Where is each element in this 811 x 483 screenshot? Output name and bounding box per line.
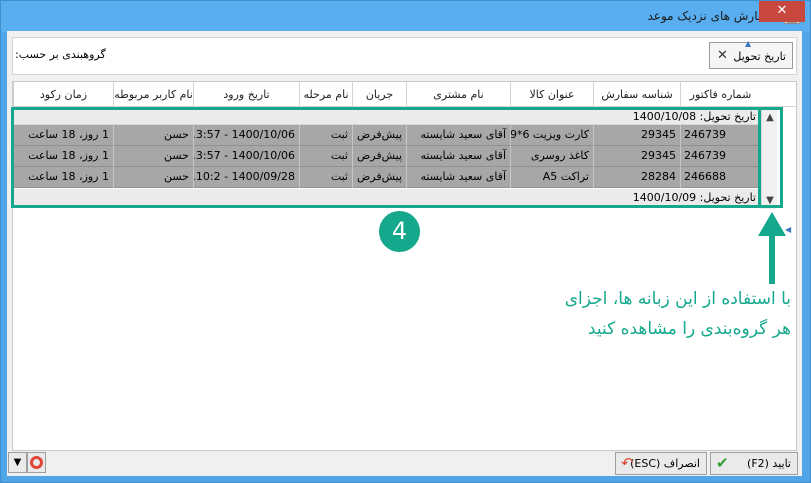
window-client-area: گروهبندی بر حسب: ▲ ✕ تاریخ تحویل شماره ف… [7,31,802,476]
column-header-idle-time[interactable]: زمان رکود [13,82,113,107]
options-dropdown-button[interactable]: ▼ [8,452,27,473]
group-vertical-scrollbar[interactable]: ▲ ▼ [761,108,777,209]
cancel-button-label: انصراف (ESC) [630,457,700,470]
cell-user: حسن [113,146,193,167]
cell-customer: آقای سعید شایسته [406,167,510,188]
orders-grid[interactable]: شماره فاکتور شناسه سفارش عنوان کالا نام … [12,81,797,451]
group-chip-label: تاریخ تحویل [733,50,786,63]
cell-idle-time: 1 روز، 18 ساعت [13,167,113,188]
cell-invoice: 246688 [680,167,760,188]
column-header-user[interactable]: نام کاربر مربوطه [113,82,193,107]
window-close-button[interactable]: ✕ [759,1,805,22]
column-header-flow[interactable]: جریان [352,82,406,107]
cancel-button[interactable]: انصراف (ESC) ↶ [615,452,707,475]
scroll-down-icon[interactable]: ▼ [762,193,778,209]
confirm-button[interactable]: تایید (F2) ✔ [710,452,798,475]
cell-customer: آقای سعید شایسته [406,125,510,146]
cell-product: کاغذ روسری [510,146,593,167]
grid-header: شماره فاکتور شناسه سفارش عنوان کالا نام … [13,82,796,107]
remove-group-icon[interactable]: ✕ [717,48,728,63]
group-by-panel[interactable]: گروهبندی بر حسب: ▲ ✕ تاریخ تحویل [12,37,797,75]
pointer-arrow-shaft [769,231,775,284]
cell-invoice: 246739 [680,125,760,146]
cell-idle-time: 1 روز، 18 ساعت [13,125,113,146]
cell-flow: پیش‌فرض [352,146,406,167]
group-row-label: تاریخ تحویل: 1400/10/08 [632,110,756,123]
column-header-stage[interactable]: نام مرحله [299,82,352,107]
cell-entry-date: 1400/10/06 - 3:57... [193,125,299,146]
cell-user: حسن [113,167,193,188]
lifebuoy-icon [30,456,43,469]
group-row-1400-10-08[interactable]: تاریخ تحویل: 1400/10/08 [13,108,760,125]
window-title: سفارش های نزدیک موعد [647,9,774,23]
cell-user: حسن [113,125,193,146]
column-header-entry-date[interactable]: تاریخ ورود [193,82,299,107]
cell-flow: پیش‌فرض [352,125,406,146]
cell-entry-date: 1400/10/06 - 3:57... [193,146,299,167]
cell-order-id: 29345 [593,125,680,146]
cell-product: تراکت A5 [510,167,593,188]
annotation-caption-line-2: هر گروه‌بندی را مشاهده کنید [587,319,791,339]
column-header-invoice[interactable]: شماره فاکتور [680,82,760,107]
cell-stage: ثبت [299,125,352,146]
scroll-up-icon[interactable]: ▲ [762,110,778,126]
cell-idle-time: 1 روز، 18 ساعت [13,146,113,167]
help-button[interactable] [27,452,46,473]
cell-customer: آقای سعید شایسته [406,146,510,167]
column-header-order-id[interactable]: شناسه سفارش [593,82,680,107]
column-header-customer[interactable]: نام مشتری [406,82,510,107]
sort-ascending-icon: ▲ [745,39,752,48]
title-bar[interactable]: سفارش های نزدیک موعد ✕ [1,1,810,32]
column-header-product[interactable]: عنوان کالا [510,82,593,107]
undo-arrow-icon: ↶ [621,454,634,472]
confirm-button-label: تایید (F2) [747,457,791,470]
cell-invoice: 246739 [680,146,760,167]
group-row-1400-10-09[interactable]: تاریخ تحویل: 1400/10/09 [13,189,760,206]
group-row-label: تاریخ تحویل: 1400/10/09 [632,191,756,204]
table-row[interactable]: 246688 28284 تراکت A5 آقای سعید شایسته پ… [13,167,760,188]
cell-order-id: 28284 [593,167,680,188]
annotation-caption-line-1: با استفاده از این زبانه ها، اجزای [564,289,791,309]
cell-stage: ثبت [299,167,352,188]
table-row[interactable]: 246739 29345 کاغذ روسری آقای سعید شایسته… [13,146,760,167]
group-by-label: گروهبندی بر حسب: [15,48,106,61]
cell-stage: ثبت [299,146,352,167]
group-by-chip-delivery-date[interactable]: ▲ ✕ تاریخ تحویل [709,39,793,69]
cell-flow: پیش‌فرض [352,167,406,188]
table-row[interactable]: 246739 29345 کارت ویزیت 6*9 آقای سعید شا… [13,125,760,146]
cell-entry-date: 1400/09/28 - 10:2... [193,167,299,188]
cell-product: کارت ویزیت 6*9 [510,125,593,146]
check-icon: ✔ [716,454,729,472]
cell-order-id: 29345 [593,146,680,167]
chevron-down-icon: ▼ [13,457,22,468]
step-number-badge: 4 [379,211,420,252]
